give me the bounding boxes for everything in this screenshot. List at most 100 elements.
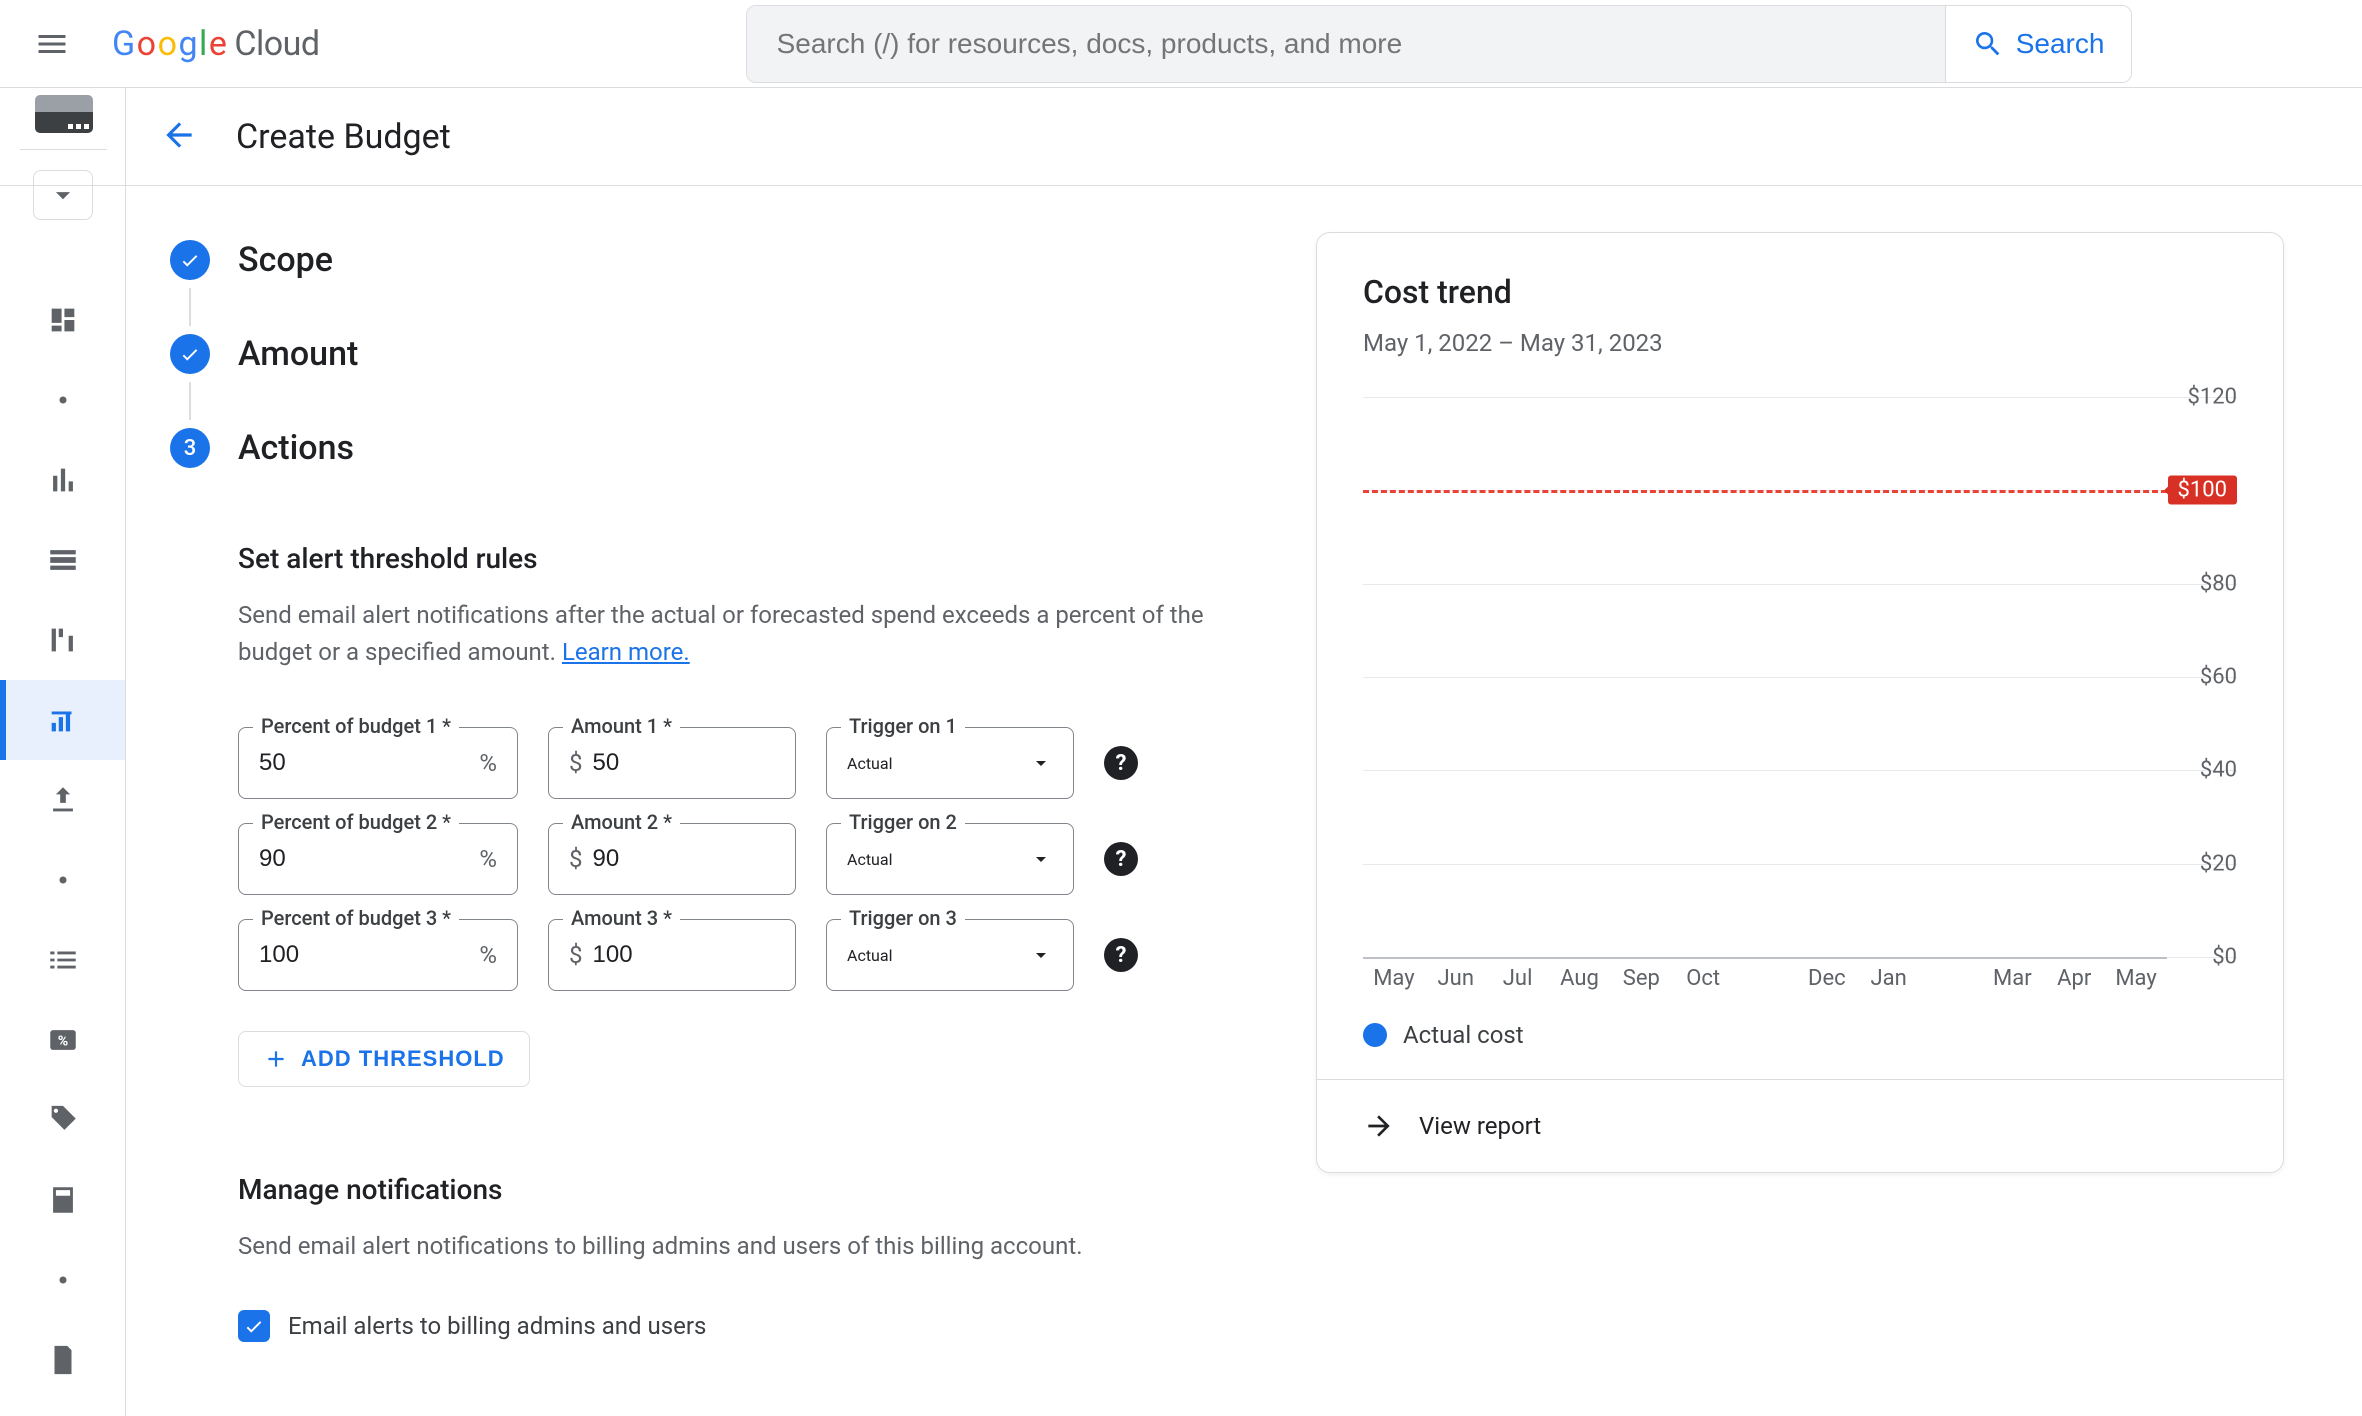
amount-field-1[interactable]: Amount 1 * $: [548, 727, 796, 799]
percent-input-3[interactable]: [259, 941, 479, 969]
email-alerts-checkbox-row[interactable]: Email alerts to billing admins and users: [238, 1310, 1256, 1342]
percent-field-3[interactable]: Percent of budget 3 * %: [238, 919, 518, 991]
percent-field-2[interactable]: Percent of budget 2 * %: [238, 823, 518, 895]
cost-trend-title: Cost trend: [1363, 273, 2237, 311]
budgets-icon: [46, 703, 80, 737]
search-icon: [1972, 28, 2004, 60]
caret-down-icon: [1029, 943, 1053, 967]
sidebar-item-export[interactable]: [0, 760, 125, 840]
notify-desc: Send email alert notifications to billin…: [238, 1228, 1238, 1265]
cost-trend-chart: $0$20$40$60$80$120$100MayJunJulAugSepOct…: [1363, 397, 2237, 957]
percent-input-2[interactable]: [259, 845, 479, 873]
sidebar-item-breakdown[interactable]: [0, 600, 125, 680]
table-icon: [46, 543, 80, 577]
threshold-row: Percent of budget 2 * % Amount 2 * $ Tri…: [238, 823, 1256, 895]
threshold-row: Percent of budget 1 * % Amount 1 * $ Tri…: [238, 727, 1256, 799]
help-icon[interactable]: ?: [1104, 746, 1138, 780]
alert-desc: Send email alert notifications after the…: [238, 597, 1238, 671]
caret-down-icon: [1029, 751, 1053, 775]
threshold-row: Percent of budget 3 * % Amount 3 * $ Tri…: [238, 919, 1256, 991]
menu-icon: [34, 26, 70, 62]
percent-field-1[interactable]: Percent of budget 1 * %: [238, 727, 518, 799]
sidebar-item-budgets[interactable]: [0, 680, 125, 760]
sidebar-project-dropdown[interactable]: [33, 170, 93, 220]
search-input[interactable]: [747, 6, 1945, 82]
search-button[interactable]: Search: [1945, 6, 2131, 82]
trigger-select-3[interactable]: Trigger on 3 Actual: [826, 919, 1074, 991]
back-button[interactable]: [160, 116, 198, 158]
sidebar-billing-account-icon[interactable]: [20, 95, 107, 150]
sidebar-item-percent[interactable]: %: [0, 1000, 125, 1080]
check-icon: [179, 343, 201, 365]
list-icon: [46, 943, 80, 977]
sidebar: %: [0, 88, 126, 1416]
alert-heading: Set alert threshold rules: [238, 542, 1256, 575]
add-threshold-button[interactable]: ADD THRESHOLD: [238, 1031, 530, 1087]
plus-icon: [263, 1046, 289, 1072]
step-connector: [189, 382, 191, 420]
sidebar-item-pricing[interactable]: [0, 1080, 125, 1160]
google-cloud-logo[interactable]: Google Cloud: [112, 24, 320, 64]
waterfall-icon: [46, 623, 80, 657]
svg-text:%: %: [57, 1034, 67, 1050]
threshold-rows: Percent of budget 1 * % Amount 1 * $ Tri…: [238, 727, 1256, 991]
calculator-icon: [46, 1183, 80, 1217]
tag-icon: [46, 1103, 80, 1137]
amount-field-2[interactable]: Amount 2 * $: [548, 823, 796, 895]
sidebar-item-dot1[interactable]: [0, 360, 125, 440]
sidebar-item-docs[interactable]: [0, 1320, 125, 1400]
sidebar-item-calc[interactable]: [0, 1160, 125, 1240]
percent-input-1[interactable]: [259, 749, 479, 777]
check-icon: [179, 249, 201, 271]
bar-chart-icon: [46, 463, 80, 497]
arrow-back-icon: [160, 116, 198, 154]
dashboard-icon: [46, 303, 80, 337]
stepper: Scope Amount 3 Actions: [170, 232, 1256, 476]
global-search: Search: [746, 5, 2132, 83]
form-column: Scope Amount 3 Actions Set alert thresho…: [170, 232, 1256, 1416]
sidebar-item-dot3[interactable]: [0, 1240, 125, 1320]
step-connector: [189, 288, 191, 326]
export-icon: [46, 783, 80, 817]
document-icon: [46, 1343, 80, 1377]
notify-heading: Manage notifications: [238, 1173, 1256, 1206]
page-title: Create Budget: [236, 117, 451, 157]
sidebar-item-dot2[interactable]: [0, 840, 125, 920]
topbar: Google Cloud Search: [0, 0, 2362, 88]
help-icon[interactable]: ?: [1104, 938, 1138, 972]
amount-input-3[interactable]: [593, 941, 776, 969]
caret-down-icon: [1029, 847, 1053, 871]
checkbox-checked-icon: [238, 1310, 270, 1342]
cost-trend-range: May 1, 2022 – May 31, 2023: [1363, 329, 2237, 357]
percent-icon: %: [46, 1023, 80, 1057]
amount-input-2[interactable]: [593, 845, 776, 873]
help-icon[interactable]: ?: [1104, 842, 1138, 876]
arrow-right-icon: [1363, 1110, 1395, 1142]
hamburger-menu-button[interactable]: [28, 20, 76, 68]
cost-trend-card: Cost trend May 1, 2022 – May 31, 2023 $0…: [1316, 232, 2284, 1416]
dot-icon: [46, 1263, 80, 1297]
caret-down-icon: [46, 178, 80, 212]
trigger-select-1[interactable]: Trigger on 1 Actual: [826, 727, 1074, 799]
learn-more-link[interactable]: Learn more.: [562, 638, 690, 666]
step-amount[interactable]: Amount: [170, 326, 1256, 382]
page-header: Create Budget: [0, 88, 2362, 186]
checkbox-label: Email alerts to billing admins and users: [288, 1312, 706, 1340]
legend-dot-icon: [1363, 1023, 1387, 1047]
dot-icon: [46, 383, 80, 417]
sidebar-item-list[interactable]: [0, 920, 125, 1000]
chart-legend: Actual cost: [1363, 1021, 2237, 1049]
view-report-link[interactable]: View report: [1317, 1079, 2283, 1172]
page-body: Scope Amount 3 Actions Set alert thresho…: [126, 186, 2362, 1416]
sidebar-item-overview[interactable]: [0, 280, 125, 360]
amount-field-3[interactable]: Amount 3 * $: [548, 919, 796, 991]
dot-icon: [46, 863, 80, 897]
step-actions[interactable]: 3 Actions: [170, 420, 1256, 476]
credit-card-icon: [35, 95, 93, 133]
amount-input-1[interactable]: [593, 749, 776, 777]
sidebar-item-reports[interactable]: [0, 440, 125, 520]
step-scope[interactable]: Scope: [170, 232, 1256, 288]
search-button-label: Search: [2016, 28, 2105, 60]
sidebar-item-cost-table[interactable]: [0, 520, 125, 600]
trigger-select-2[interactable]: Trigger on 2 Actual: [826, 823, 1074, 895]
